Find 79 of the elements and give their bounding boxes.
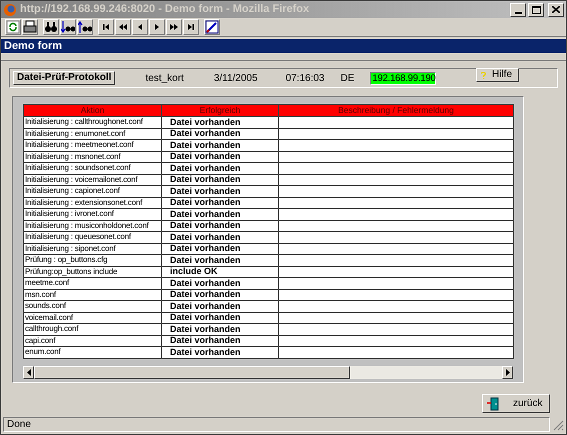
minimize-icon	[514, 12, 522, 14]
table-cell: Initialisierung : capionet.conf	[24, 186, 162, 197]
table-cell: Datei vorhanden	[162, 324, 278, 335]
exit-door-icon	[487, 396, 499, 410]
table-cell: Initialisierung : extensionsonet.conf	[24, 197, 162, 208]
table-cell: Initialisierung : enumonet.conf	[24, 128, 162, 140]
table-cell: msn.conf	[24, 289, 162, 300]
table-cell: Initialisierung : msnonet.conf	[24, 151, 162, 162]
print-icon[interactable]	[22, 19, 38, 35]
table-cell: Datei vorhanden	[162, 346, 278, 358]
table-cell: Datei vorhanden	[162, 174, 278, 186]
table-cell: Initialisierung : meetmeonet.conf	[24, 140, 162, 151]
table-cell: Datei vorhanden	[162, 208, 278, 220]
table-cell: Initialisierung : siponet.conf	[24, 243, 162, 254]
table-cell: Initialisierung : musiconholdonet.conf	[24, 220, 162, 232]
table-cell: Datei vorhanden	[162, 140, 278, 151]
form-title: Demo form	[4, 38, 62, 54]
table-cell: Datei vorhanden	[162, 300, 278, 312]
table-cell: Datei vorhanden	[162, 128, 278, 140]
edit-icon[interactable]	[204, 19, 220, 35]
column-header: Aktion	[24, 104, 162, 116]
table-cell: Initialisierung : queuesonet.conf	[24, 232, 162, 243]
table-cell: voicemail.conf	[24, 312, 162, 324]
table-cell: sounds.conf	[24, 300, 162, 312]
close-icon	[552, 6, 560, 13]
minimize-button[interactable]	[510, 2, 526, 16]
table-cell: Datei vorhanden	[162, 162, 278, 174]
find-up-icon[interactable]	[77, 19, 93, 35]
scroll-right-icon[interactable]	[506, 369, 510, 376]
table-cell: callthrough.conf	[24, 324, 162, 335]
table-cell: capi.conf	[24, 335, 162, 346]
find-down-icon[interactable]	[60, 19, 76, 35]
table-cell: Initialisierung : ivronet.conf	[24, 208, 162, 220]
table-cell: Datei vorhanden	[162, 151, 278, 162]
refresh-icon[interactable]	[5, 19, 21, 35]
browser-logo-icon	[3, 2, 17, 16]
user-name: test_kort	[145, 72, 184, 86]
help-button[interactable]: Hilfe	[476, 68, 519, 82]
table-cell: Datei vorhanden	[162, 278, 278, 289]
close-button[interactable]	[548, 2, 564, 16]
resize-grip-icon	[552, 418, 564, 430]
table-cell: Datei vorhanden	[162, 312, 278, 324]
table-cell: Initialisierung : soundsonet.conf	[24, 162, 162, 174]
back-button[interactable]: zurück	[482, 394, 550, 413]
help-icon	[481, 72, 486, 78]
table-cell: Datei vorhanden	[162, 116, 278, 128]
table-cell: Prüfung : op_buttons.cfg	[24, 254, 162, 266]
table-cell: Initialisierung : callthroughonet.conf	[24, 116, 162, 128]
table-cell: meetme.conf	[24, 278, 162, 289]
table-cell: Prüfung:op_buttons include	[24, 266, 162, 278]
table-cell: include OK	[162, 266, 278, 278]
date-text: 3/11/2005	[214, 72, 258, 86]
time-text: 07:16:03	[286, 72, 324, 86]
table-cell: Datei vorhanden	[162, 289, 278, 300]
fast-forward-icon[interactable]	[166, 19, 182, 35]
next-icon[interactable]	[149, 19, 165, 35]
horizontal-scrollbar[interactable]	[23, 366, 513, 379]
table-cell: Datei vorhanden	[162, 220, 278, 232]
rewind-icon[interactable]	[115, 19, 131, 35]
maximize-icon	[532, 6, 540, 14]
table-cell: Initialisierung : voicemailonet.conf	[24, 174, 162, 186]
table-cell: Datei vorhanden	[162, 243, 278, 254]
language-text: DE	[340, 72, 354, 86]
table-cell: enum.conf	[24, 346, 162, 358]
table-cell: Datei vorhanden	[162, 197, 278, 208]
column-header: Beschreibung / Fehlermeldung	[278, 104, 514, 116]
table-cell: Datei vorhanden	[162, 232, 278, 243]
protocol-button[interactable]: Datei-Prüf-Protokoll	[13, 71, 116, 85]
table-cell: Datei vorhanden	[162, 186, 278, 197]
binoculars-icon[interactable]	[43, 19, 59, 35]
table-cell: Datei vorhanden	[162, 254, 278, 266]
maximize-button[interactable]	[528, 2, 544, 16]
first-record-icon[interactable]	[98, 19, 114, 35]
table-cell: Datei vorhanden	[162, 335, 278, 346]
last-record-icon[interactable]	[183, 19, 199, 35]
previous-icon[interactable]	[132, 19, 148, 35]
scroll-left-icon[interactable]	[26, 369, 30, 376]
column-header: Erfolgreich	[162, 104, 278, 116]
status-text: Done	[7, 418, 31, 432]
